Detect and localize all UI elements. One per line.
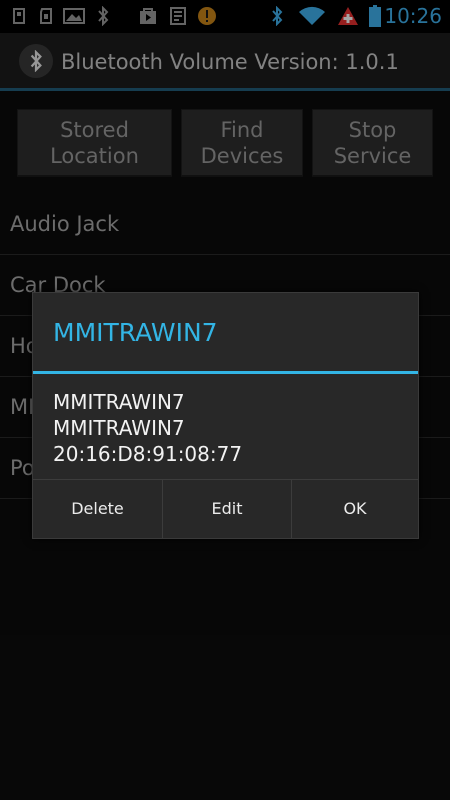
device-alias-line: MMITRAWIN7: [53, 416, 185, 440]
dialog-body: MMITRAWIN7 MMITRAWIN7 20:16:D8:91:08:77: [53, 389, 242, 467]
device-dialog: MMITRAWIN7 MMITRAWIN7 MMITRAWIN7 20:16:D…: [32, 292, 419, 539]
delete-button[interactable]: Delete: [33, 480, 162, 538]
ok-button[interactable]: OK: [292, 480, 418, 538]
dialog-divider: [33, 371, 418, 374]
dialog-title: MMITRAWIN7: [53, 318, 218, 347]
device-name-line: MMITRAWIN7: [53, 390, 185, 414]
device-address-line: 20:16:D8:91:08:77: [53, 442, 243, 466]
dialog-button-row: Delete Edit OK: [33, 479, 418, 538]
screen: 10:26 Bluetooth Volume Version: 1.0.1 St…: [0, 0, 450, 800]
edit-button[interactable]: Edit: [163, 480, 291, 538]
